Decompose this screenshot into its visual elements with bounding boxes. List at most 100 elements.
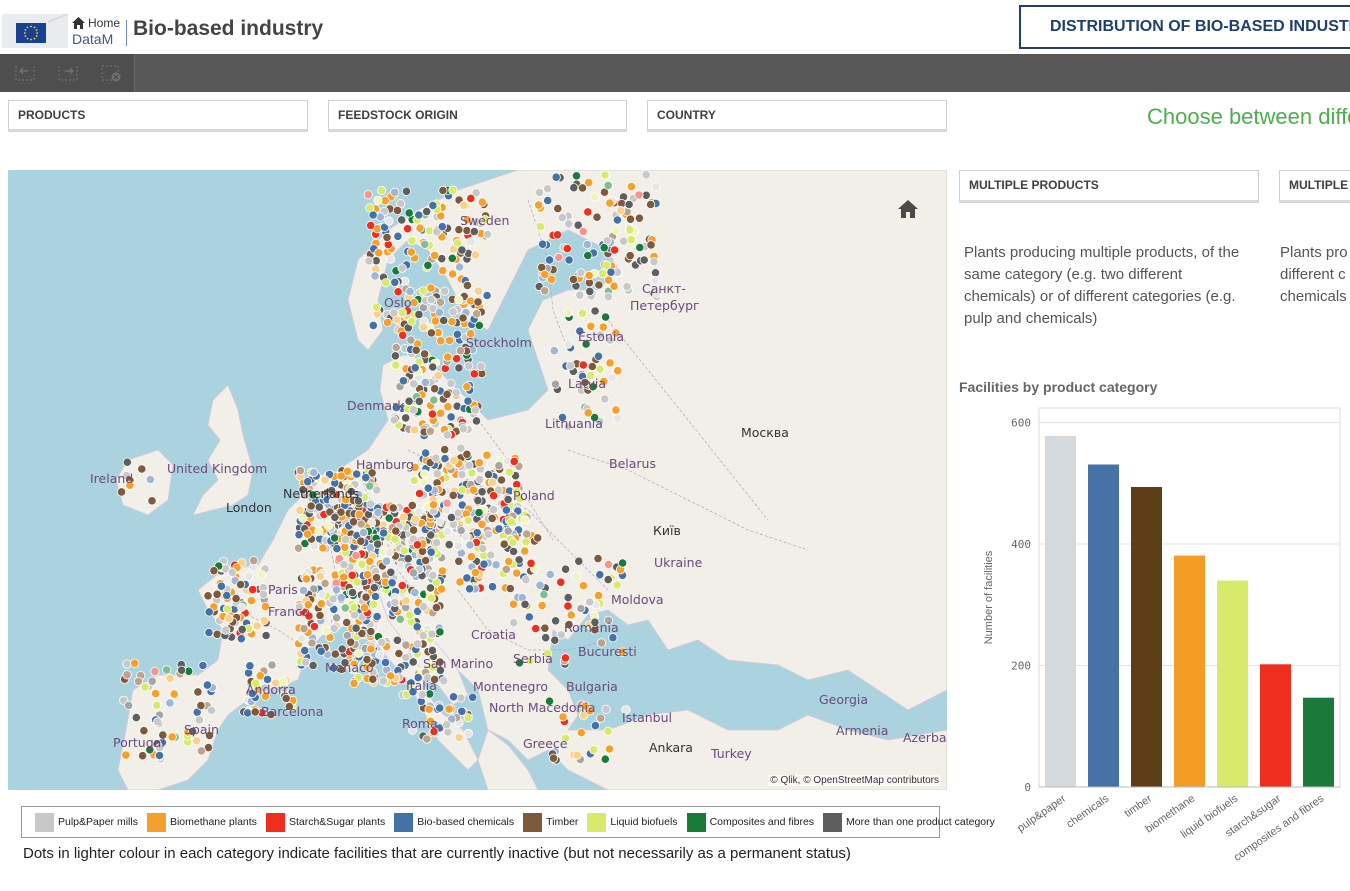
chart-canvas[interactable]: 0 200 400 600 Number of facilities pulp&paper… xyxy=(959,400,1350,886)
facility-dot[interactable] xyxy=(571,171,582,181)
facility-dot[interactable] xyxy=(222,590,232,601)
facility-dot[interactable] xyxy=(482,450,492,460)
facility-dot[interactable] xyxy=(426,295,436,305)
facility-dot[interactable] xyxy=(607,373,617,383)
facility-dot[interactable] xyxy=(448,185,458,195)
facility-dot[interactable] xyxy=(612,215,623,225)
facility-dot[interactable] xyxy=(560,564,571,574)
facility-dot[interactable] xyxy=(626,182,637,192)
facility-dot[interactable] xyxy=(454,732,464,743)
facility-dot[interactable] xyxy=(369,599,379,609)
facility-dot[interactable] xyxy=(372,485,382,495)
facility-dot[interactable] xyxy=(470,567,480,577)
facility-dot[interactable] xyxy=(231,593,241,604)
facility-dot[interactable] xyxy=(576,603,586,614)
facility-dot[interactable] xyxy=(625,214,636,224)
facility-dot[interactable] xyxy=(464,584,475,594)
facility-dot[interactable] xyxy=(316,599,326,609)
facility-dot[interactable] xyxy=(622,282,632,292)
facility-dot[interactable] xyxy=(444,540,454,550)
facility-dot[interactable] xyxy=(398,512,408,522)
facility-dot[interactable] xyxy=(625,251,635,261)
facility-dot[interactable] xyxy=(438,266,448,276)
facility-dot[interactable] xyxy=(563,308,573,318)
map-canvas[interactable]: Sweden Oslo Stockholm Санкт- Петербург Estoni… xyxy=(8,170,947,790)
facility-dot[interactable] xyxy=(430,316,440,326)
facility-dot[interactable] xyxy=(374,248,384,258)
facility-dot[interactable] xyxy=(649,257,659,267)
multiple-products-button[interactable]: MULTIPLE PRODUCTS xyxy=(959,170,1259,203)
facility-dot[interactable] xyxy=(257,570,267,580)
filter-products[interactable]: PRODUCTS xyxy=(8,100,308,132)
facility-dot[interactable] xyxy=(462,280,472,291)
facility-dot[interactable] xyxy=(578,226,588,237)
facility-dot[interactable] xyxy=(420,239,430,249)
facility-dot[interactable] xyxy=(553,203,563,214)
facility-dot[interactable] xyxy=(449,455,459,465)
facility-dot[interactable] xyxy=(361,472,371,483)
facility-dot[interactable] xyxy=(397,263,407,273)
facility-dot[interactable] xyxy=(430,384,440,394)
facility-dot[interactable] xyxy=(603,574,613,585)
facility-dot[interactable] xyxy=(261,630,271,641)
facility-dot[interactable] xyxy=(442,389,452,399)
facility-dot[interactable] xyxy=(361,592,371,602)
facility-dot[interactable] xyxy=(317,589,327,599)
facility-dot[interactable] xyxy=(569,183,579,193)
step-back-icon[interactable] xyxy=(14,63,36,83)
facility-dot[interactable] xyxy=(583,251,593,261)
facility-dot[interactable] xyxy=(381,278,391,288)
facility-dot[interactable] xyxy=(491,560,501,570)
facility-dot[interactable] xyxy=(433,371,443,381)
facility-dot[interactable] xyxy=(584,270,594,281)
facility-dot[interactable] xyxy=(346,637,356,647)
facility-dot[interactable] xyxy=(390,534,400,544)
facility-dot[interactable] xyxy=(439,315,449,326)
facility-dot[interactable] xyxy=(520,599,530,609)
facility-dot[interactable] xyxy=(464,361,474,371)
facility-dot[interactable] xyxy=(410,514,420,524)
facility-dot[interactable] xyxy=(577,183,588,193)
facility-dot[interactable] xyxy=(603,180,613,190)
facility-dot[interactable] xyxy=(606,267,616,277)
facility-dot[interactable] xyxy=(423,260,433,270)
bar-pulp-paper[interactable] xyxy=(1045,435,1076,787)
facility-dot[interactable] xyxy=(474,507,484,518)
facility-dot[interactable] xyxy=(537,239,548,249)
facility-dot[interactable] xyxy=(412,639,423,649)
facility-dot[interactable] xyxy=(356,536,366,546)
facility-dot[interactable] xyxy=(593,553,603,564)
facility-dot[interactable] xyxy=(594,280,604,290)
facility-dot[interactable] xyxy=(420,448,431,458)
facility-dot[interactable] xyxy=(504,467,514,477)
facility-dot[interactable] xyxy=(550,379,561,389)
facility-dot[interactable] xyxy=(475,474,485,484)
facility-dot[interactable] xyxy=(504,556,514,567)
facility-dot[interactable] xyxy=(593,351,604,361)
facility-dot[interactable] xyxy=(442,498,452,508)
facility-dot[interactable] xyxy=(600,170,610,180)
facility-dot[interactable] xyxy=(382,317,393,327)
facility-dot[interactable] xyxy=(501,564,511,574)
facility-dot[interactable] xyxy=(348,517,359,527)
facility-dot[interactable] xyxy=(365,556,375,566)
facility-dot[interactable] xyxy=(137,464,147,474)
facility-dot[interactable] xyxy=(488,491,499,501)
facility-dot[interactable] xyxy=(578,581,589,591)
facility-dot[interactable] xyxy=(301,657,311,667)
facility-dot[interactable] xyxy=(375,650,385,660)
facility-dot[interactable] xyxy=(595,570,605,580)
facility-dot[interactable] xyxy=(368,320,378,330)
facility-dot[interactable] xyxy=(389,415,399,425)
facility-dot[interactable] xyxy=(224,613,234,624)
facility-dot[interactable] xyxy=(437,222,447,232)
facility-dot[interactable] xyxy=(336,471,346,481)
facility-dot[interactable] xyxy=(301,574,312,584)
facility-dot[interactable] xyxy=(366,644,376,654)
facility-dot[interactable] xyxy=(590,720,601,731)
facility-dot[interactable] xyxy=(522,529,532,539)
facility-dot[interactable] xyxy=(249,555,259,566)
facility-dot[interactable] xyxy=(362,570,373,580)
facility-dot[interactable] xyxy=(531,623,541,634)
facility-dot[interactable] xyxy=(446,378,456,388)
